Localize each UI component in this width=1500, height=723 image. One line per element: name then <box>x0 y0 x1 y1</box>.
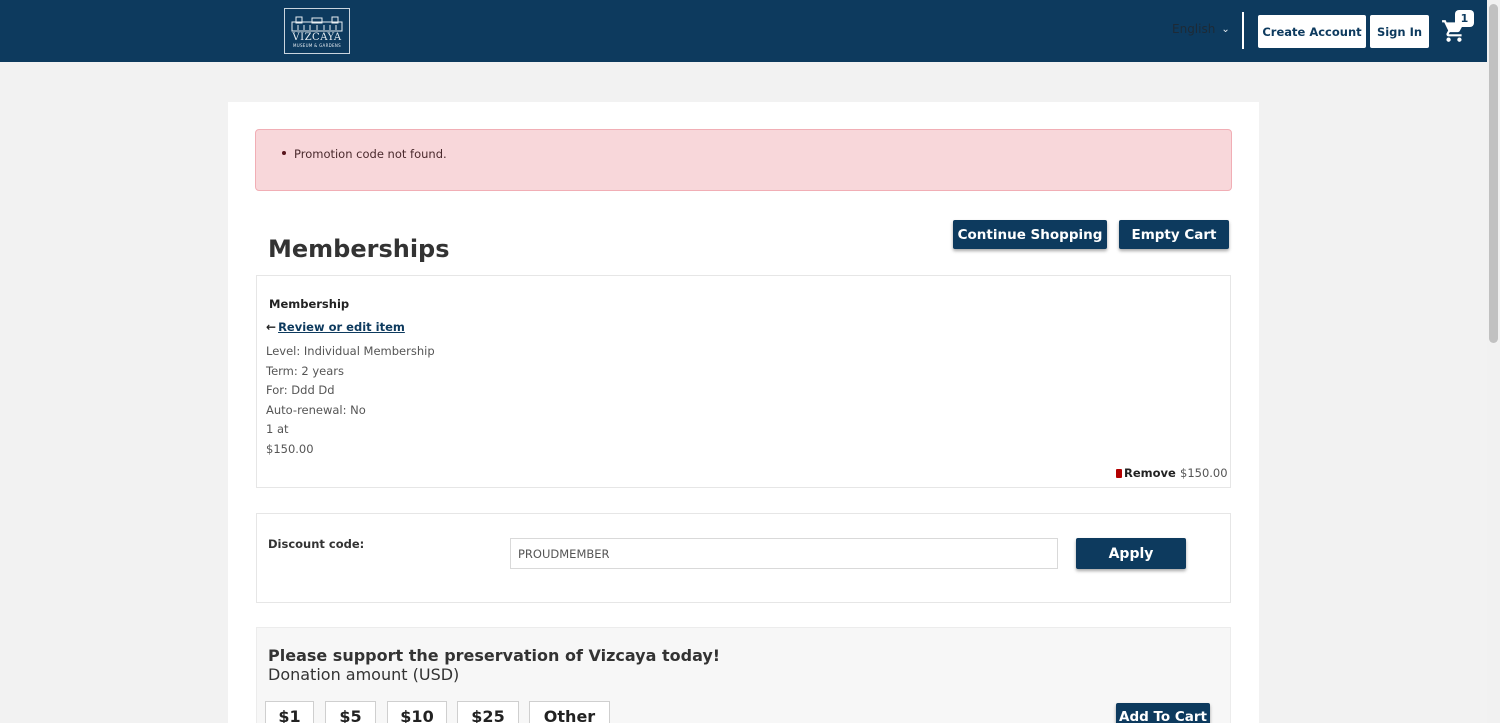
language-selector[interactable]: English ⌄ <box>1172 22 1230 36</box>
error-alert: Promotion code not found. <box>255 129 1232 191</box>
donation-amount-other[interactable]: Other <box>529 701 610 723</box>
item-auto-renewal: Auto-renewal: No <box>266 403 366 417</box>
discount-code-input[interactable] <box>510 538 1058 569</box>
vizcaya-logo[interactable]: VIZCAYA MUSEUM & GARDENS <box>284 8 350 54</box>
arrow-left-icon: ← <box>266 320 277 334</box>
item-quantity: 1 at <box>266 422 289 436</box>
item-for: For: Ddd Dd <box>266 383 335 397</box>
building-icon <box>290 14 344 32</box>
bullet-icon <box>282 151 286 155</box>
cart-count-badge: 1 <box>1455 10 1474 27</box>
item-term: Term: 2 years <box>266 364 345 378</box>
remove-label: Remove <box>1124 466 1176 480</box>
review-edit-label: Review or edit item <box>278 320 405 334</box>
create-account-button[interactable]: Create Account <box>1258 15 1366 48</box>
chevron-down-icon: ⌄ <box>1221 23 1230 35</box>
add-donation-to-cart-button[interactable]: Add To Cart <box>1116 703 1210 723</box>
header-divider <box>1242 12 1244 49</box>
remove-item-button[interactable]: Remove <box>1116 466 1176 480</box>
discount-label: Discount code: <box>268 537 365 551</box>
empty-cart-button[interactable]: Empty Cart <box>1119 220 1229 249</box>
item-type: Membership <box>269 297 350 311</box>
donation-amount-label: Donation amount (USD) <box>268 665 460 684</box>
item-line-total: $150.00 <box>1180 466 1228 480</box>
sign-in-button[interactable]: Sign In <box>1370 15 1429 48</box>
review-edit-link[interactable]: ← Review or edit item <box>266 320 405 334</box>
cart-item <box>256 275 1231 488</box>
alert-message: Promotion code not found. <box>294 147 447 161</box>
donation-amount-10[interactable]: $10 <box>387 701 447 723</box>
continue-shopping-button[interactable]: Continue Shopping <box>953 220 1107 249</box>
page-title: Memberships <box>268 235 450 263</box>
trash-icon <box>1116 468 1122 478</box>
language-label: English <box>1172 22 1216 36</box>
scrollbar-thumb[interactable] <box>1489 4 1498 343</box>
logo-subtitle: MUSEUM & GARDENS <box>292 43 342 48</box>
donation-amount-5[interactable]: $5 <box>325 701 376 723</box>
item-unit-price: $150.00 <box>266 442 314 456</box>
donation-title: Please support the preservation of Vizca… <box>268 646 721 665</box>
donation-amount-25[interactable]: $25 <box>457 701 519 723</box>
apply-discount-button[interactable]: Apply <box>1076 538 1186 569</box>
donation-amount-1[interactable]: $1 <box>265 701 314 723</box>
logo-name: VIZCAYA <box>292 32 342 43</box>
item-level: Level: Individual Membership <box>266 344 435 358</box>
